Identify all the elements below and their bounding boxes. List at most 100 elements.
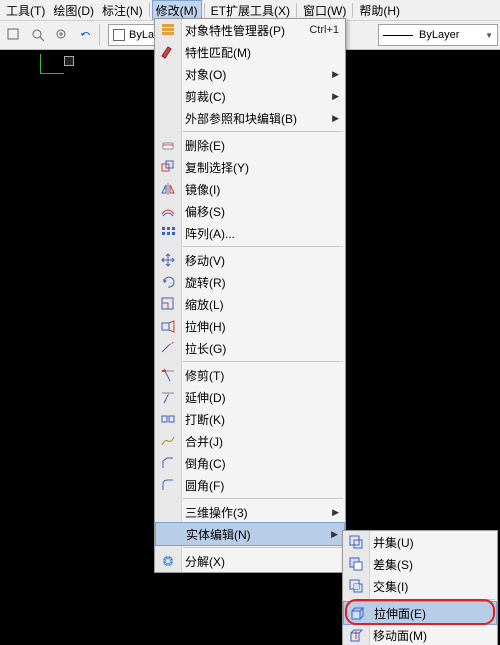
zoom-button[interactable] — [51, 24, 73, 46]
menu-lengthen[interactable]: 拉长(G) — [155, 337, 345, 359]
menu-explode[interactable]: 分解(X) — [155, 550, 345, 572]
menu-separator — [183, 498, 343, 499]
menu-tools[interactable]: 工具(T) — [2, 0, 49, 21]
menu-item-label: 删除(E) — [185, 137, 225, 154]
submenu-move-face[interactable]: 移动面(M) — [343, 624, 497, 645]
array-icon — [159, 224, 177, 242]
menu-stretch[interactable]: 拉伸(H) — [155, 315, 345, 337]
menu-annotate[interactable]: 标注(N) — [98, 0, 147, 21]
menu-item-label: 移动面(M) — [373, 627, 427, 644]
menu-solidedit[interactable]: 实体编辑(N) ▶ — [155, 522, 345, 546]
join-icon — [159, 432, 177, 450]
submenu-union[interactable]: 并集(U) — [343, 531, 497, 553]
menu-help[interactable]: 帮助(H) — [355, 0, 404, 21]
selection-grip-icon[interactable] — [64, 56, 74, 66]
menu-item-label: 外部参照和块编辑(B) — [185, 110, 297, 127]
menu-bar: 工具(T) 绘图(D) 标注(N) 修改(M) ET扩展工具(X) 窗口(W) … — [0, 0, 500, 20]
menu-separator — [352, 3, 353, 17]
menu-item-label: 三维操作(3) — [185, 504, 248, 521]
extrude-face-icon — [348, 604, 366, 622]
mirror-icon — [159, 180, 177, 198]
extend-icon — [159, 388, 177, 406]
menu-trim[interactable]: 修剪(T) — [155, 364, 345, 386]
menu-copy[interactable]: 复制选择(Y) — [155, 156, 345, 178]
solidedit-submenu: 并集(U) 差集(S) 交集(I) 拉伸面(E) 移动面(M) 偏移面(O) — [342, 530, 498, 645]
menu-item-label: 特性匹配(M) — [185, 44, 251, 61]
menu-item-label: 对象(O) — [185, 66, 226, 83]
menu-move[interactable]: 移动(V) — [155, 249, 345, 271]
explode-icon — [159, 552, 177, 570]
menu-match[interactable]: 特性匹配(M) — [155, 41, 345, 63]
menu-item-label: 偏移(S) — [185, 203, 225, 220]
menu-scale[interactable]: 缩放(L) — [155, 293, 345, 315]
submenu-intersect[interactable]: 交集(I) — [343, 575, 497, 597]
menu-erase[interactable]: 删除(E) — [155, 134, 345, 156]
menu-item-label: 旋转(R) — [185, 274, 226, 291]
menu-3dop[interactable]: 三维操作(3) ▶ — [155, 501, 345, 523]
menu-separator — [371, 599, 495, 600]
union-icon — [347, 533, 365, 551]
menu-item-label: 圆角(F) — [185, 477, 224, 494]
erase-icon — [159, 136, 177, 154]
rotate-icon — [159, 273, 177, 291]
submenu-arrow-icon: ▶ — [332, 507, 339, 518]
menu-item-label: 拉伸(H) — [185, 318, 226, 335]
menu-separator — [149, 3, 150, 17]
menu-item-label: 倒角(C) — [185, 455, 226, 472]
submenu-subtract[interactable]: 差集(S) — [343, 553, 497, 575]
break-icon — [159, 410, 177, 428]
menu-array[interactable]: 阵列(A)... — [155, 222, 345, 244]
menu-separator — [183, 131, 343, 132]
menu-join[interactable]: 合并(J) — [155, 430, 345, 452]
menu-shortcut: Ctrl+1 — [309, 24, 339, 36]
menu-item-label: 打断(K) — [185, 411, 225, 428]
menu-extend[interactable]: 延伸(D) — [155, 386, 345, 408]
dropdown-arrow-icon: ▼ — [485, 31, 493, 40]
subtract-icon — [347, 555, 365, 573]
menu-item-label: 实体编辑(N) — [186, 526, 251, 543]
menu-chamfer[interactable]: 倒角(C) — [155, 452, 345, 474]
menu-properties[interactable]: 对象特性管理器(P) Ctrl+1 — [155, 19, 345, 41]
menu-separator — [204, 3, 205, 17]
menu-item-label: 并集(U) — [373, 534, 414, 551]
move-face-icon — [347, 626, 365, 644]
menu-clip[interactable]: 剪裁(C) ▶ — [155, 85, 345, 107]
menu-xref[interactable]: 外部参照和块编辑(B)▶ — [155, 107, 345, 129]
menu-item-label: 缩放(L) — [185, 296, 224, 313]
menu-item-label: 拉伸面(E) — [374, 605, 426, 622]
trim-icon — [159, 366, 177, 384]
zoom-window-button[interactable] — [27, 24, 49, 46]
menu-draw[interactable]: 绘图(D) — [49, 0, 98, 21]
menu-separator — [183, 246, 343, 247]
menu-rotate[interactable]: 旋转(R) — [155, 271, 345, 293]
toolbar-sep — [99, 24, 101, 46]
submenu-arrow-icon: ▶ — [332, 69, 339, 80]
linetype-label: ByLayer — [419, 29, 459, 41]
toolbar-button[interactable] — [3, 24, 25, 46]
intersect-icon — [347, 577, 365, 595]
menu-object[interactable]: 对象(O) ▶ — [155, 63, 345, 85]
menu-item-label: 剪裁(C) — [185, 88, 226, 105]
color-swatch-icon — [113, 29, 125, 41]
copy-icon — [159, 158, 177, 176]
offset-icon — [159, 202, 177, 220]
submenu-arrow-icon: ▶ — [332, 91, 339, 102]
menu-separator — [183, 547, 343, 548]
move-icon — [159, 251, 177, 269]
menu-item-label: 阵列(A)... — [185, 225, 235, 242]
submenu-arrow-icon: ▶ — [331, 529, 338, 540]
submenu-extrude-face[interactable]: 拉伸面(E) — [343, 601, 497, 625]
menu-item-label: 拉长(G) — [185, 340, 226, 357]
lengthen-icon — [159, 339, 177, 357]
linetype-control[interactable]: ByLayer ▼ — [378, 24, 498, 46]
menu-item-label: 复制选择(Y) — [185, 159, 249, 176]
stretch-icon — [159, 317, 177, 335]
menu-mirror[interactable]: 镜像(I) — [155, 178, 345, 200]
menu-item-label: 镜像(I) — [185, 181, 220, 198]
linetype-preview-icon — [383, 35, 413, 36]
fillet-icon — [159, 476, 177, 494]
menu-break[interactable]: 打断(K) — [155, 408, 345, 430]
menu-offset[interactable]: 偏移(S) — [155, 200, 345, 222]
menu-fillet[interactable]: 圆角(F) — [155, 474, 345, 496]
undo-button[interactable] — [75, 24, 97, 46]
